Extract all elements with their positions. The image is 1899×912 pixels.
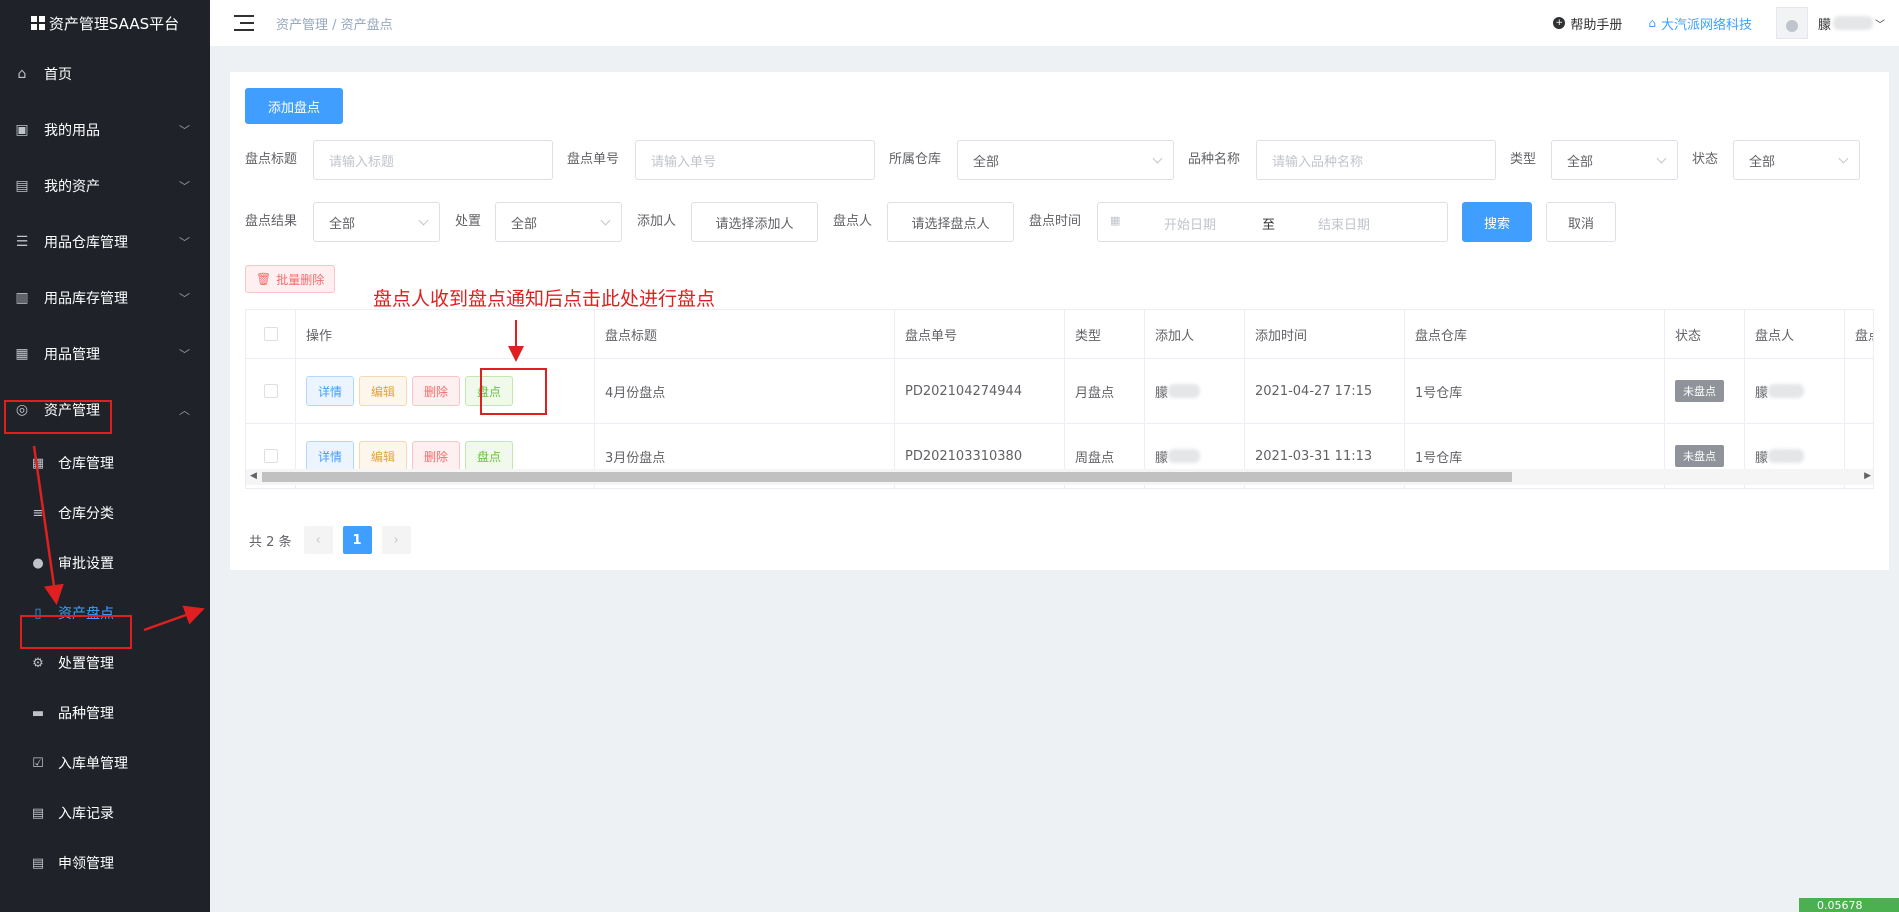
corner-badge: 0.05678 [1799, 898, 1899, 912]
arrow-to-content [143, 605, 205, 632]
arrow-to-inventory-menu [32, 445, 64, 605]
annotation-arrows [32, 320, 524, 632]
